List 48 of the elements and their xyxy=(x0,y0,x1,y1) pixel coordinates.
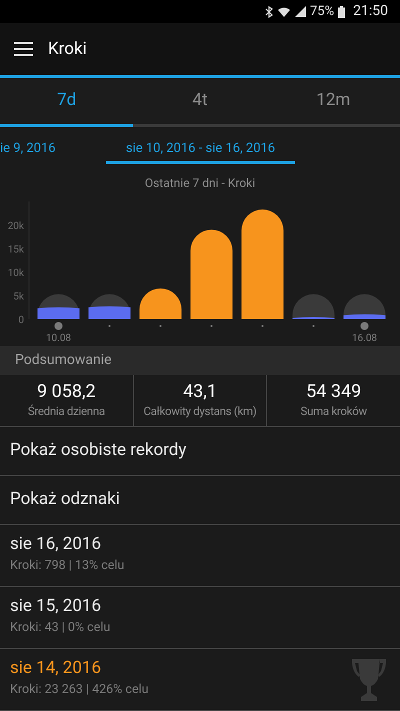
trophy-icon xyxy=(350,656,388,701)
clock: 21:50 xyxy=(353,2,388,22)
list-link[interactable]: Pokaż odznaki xyxy=(0,476,400,525)
y-tick-label: 20k xyxy=(8,220,24,232)
bluetooth-icon xyxy=(264,6,273,18)
date-range-tab[interactable]: ie 9, 2016 xyxy=(0,136,56,164)
day-date: sie 16, 2016 xyxy=(10,532,102,555)
goal-dome xyxy=(292,294,334,319)
screen-title: Kroki xyxy=(48,38,87,61)
period-tab[interactable]: 12m xyxy=(266,78,400,127)
summary-header: Podsumowanie xyxy=(0,346,400,376)
steps-bar xyxy=(344,314,386,319)
list-link[interactable]: Pokaż osobiste rekordy xyxy=(0,426,400,476)
battery-icon xyxy=(338,6,346,18)
day-row[interactable]: sie 15, 2016 Kroki: 43 | 0% celu xyxy=(0,586,400,649)
y-tick-label: 5k xyxy=(13,291,24,302)
day-detail: Kroki: 43 | 0% celu xyxy=(10,618,112,637)
stat-value: 43,1 xyxy=(183,380,217,403)
steps-bar xyxy=(38,307,80,319)
period-tab[interactable]: 4t xyxy=(133,78,267,127)
y-tick-label: 0 xyxy=(18,314,24,326)
day-detail: Kroki: 23 263 | 426% celu xyxy=(10,680,150,699)
stat-value: 54 349 xyxy=(306,380,362,403)
period-tab[interactable]: 7d xyxy=(0,78,134,127)
stat-label: Suma kroków xyxy=(300,402,367,420)
wifi-icon xyxy=(276,6,291,18)
steps-bar xyxy=(140,288,182,319)
x-tick-label: 10.08 xyxy=(46,332,72,342)
date-range-tab[interactable]: sie 10, 2016 - sie 16, 2016 xyxy=(106,136,295,164)
signal-icon xyxy=(294,6,306,18)
steps-bar xyxy=(292,316,334,319)
y-tick-label: 15k xyxy=(8,244,24,256)
day-detail: Kroki: 798 | 13% celu xyxy=(10,556,126,575)
menu-icon[interactable] xyxy=(14,42,33,56)
chart-title: Ostatnie 7 dni - Kroki xyxy=(144,174,256,192)
y-tick-label: 10k xyxy=(8,268,24,279)
day-date: sie 14, 2016 xyxy=(10,656,102,679)
x-marker-icon xyxy=(360,322,368,330)
x-tick-label: 16.08 xyxy=(352,332,378,342)
day-date: sie 15, 2016 xyxy=(10,594,102,617)
steps-bar xyxy=(88,306,130,319)
stat-value: 9 058,2 xyxy=(37,380,96,403)
battery-percent: 75% xyxy=(310,2,334,21)
stat-label: Średnia dzienna xyxy=(28,402,105,420)
day-row[interactable]: sie 14, 2016 Kroki: 23 263 | 426% celu xyxy=(0,648,400,711)
x-marker-icon xyxy=(54,322,62,330)
day-row[interactable]: sie 16, 2016 Kroki: 798 | 13% celu xyxy=(0,524,400,587)
stat-label: Całkowity dystans (km) xyxy=(144,402,257,420)
